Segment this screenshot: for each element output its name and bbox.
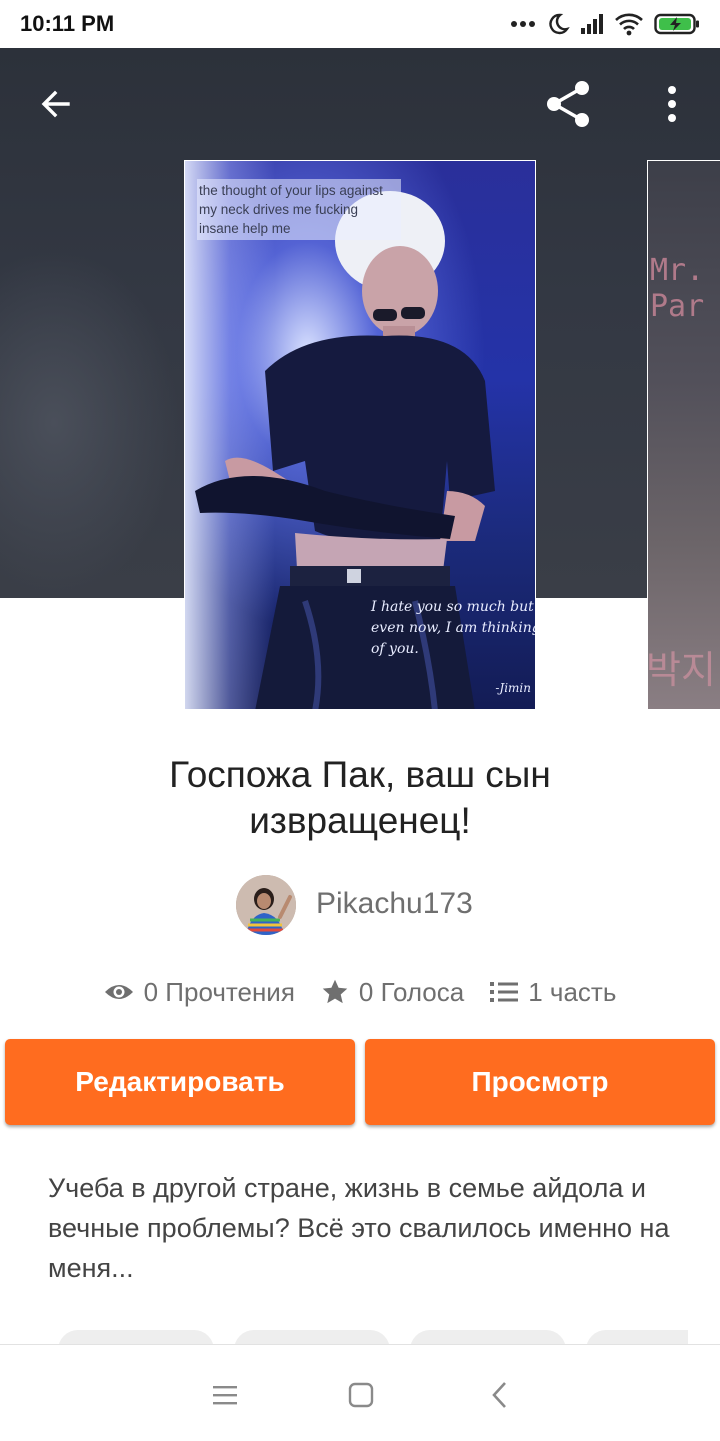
status-time: 10:11 PM	[20, 11, 115, 36]
cover-signature: -Jimin	[495, 681, 531, 695]
list-icon	[490, 982, 519, 1002]
reads-count: 0 Прочтения	[143, 976, 295, 1007]
reads-stat: 0 Прочтения	[104, 977, 295, 1008]
avatar-photo	[236, 875, 296, 935]
view-button[interactable]: Просмотр	[365, 1039, 715, 1125]
story-description: Учеба в другой стране, жизнь в семье айд…	[48, 1173, 670, 1283]
back-arrow-icon	[41, 90, 70, 118]
back-button[interactable]	[28, 76, 84, 132]
battery-charging-icon	[654, 13, 699, 35]
share-button[interactable]	[540, 76, 596, 132]
story-title: Госпожа Пак, ваш сын извращенец!	[169, 754, 551, 841]
more-options-button[interactable]	[644, 76, 700, 132]
wifi-icon	[615, 13, 643, 36]
star-icon	[322, 979, 348, 1004]
status-icons	[510, 10, 700, 38]
share-icon	[547, 81, 589, 127]
signal-icon	[581, 14, 603, 34]
back-chevron-icon	[492, 1382, 506, 1408]
votes-stat: 0 Голоса	[321, 977, 464, 1008]
system-nav-bar	[0, 1344, 720, 1441]
cover-quote-bottom: I hate you so much but even now, I am th…	[371, 599, 536, 657]
parts-stat: 1 часть	[490, 977, 616, 1008]
moon-icon	[549, 13, 570, 35]
author-avatar[interactable]	[236, 875, 296, 935]
system-back-button[interactable]	[480, 1375, 520, 1415]
hero-blur	[0, 248, 180, 598]
home-square-icon	[348, 1382, 374, 1408]
home-button[interactable]	[341, 1375, 381, 1415]
next-cover-text: Mr. Par	[650, 253, 705, 324]
next-story-cover[interactable]: Mr. Par 박지	[647, 160, 720, 710]
more-dots-icon	[511, 21, 535, 27]
cover-quote-top: the thought of your lips against my neck…	[197, 179, 401, 240]
menu-icon	[213, 1386, 237, 1405]
story-cover[interactable]: the thought of your lips against my neck…	[184, 160, 536, 710]
recent-apps-button[interactable]	[205, 1375, 245, 1415]
more-vertical-icon	[668, 86, 676, 122]
author-name[interactable]: Pikachu173	[316, 887, 473, 921]
parts-count: 1 часть	[528, 976, 617, 1007]
story-stats: 0 Прочтения 0 Голоса 1 часть	[0, 970, 720, 1014]
status-bar: 10:11 PM	[0, 0, 720, 48]
edit-button[interactable]: Редактировать	[5, 1039, 355, 1125]
votes-count: 0 Голоса	[358, 976, 465, 1007]
next-cover-korean: 박지	[647, 650, 716, 692]
eye-icon	[104, 985, 133, 999]
